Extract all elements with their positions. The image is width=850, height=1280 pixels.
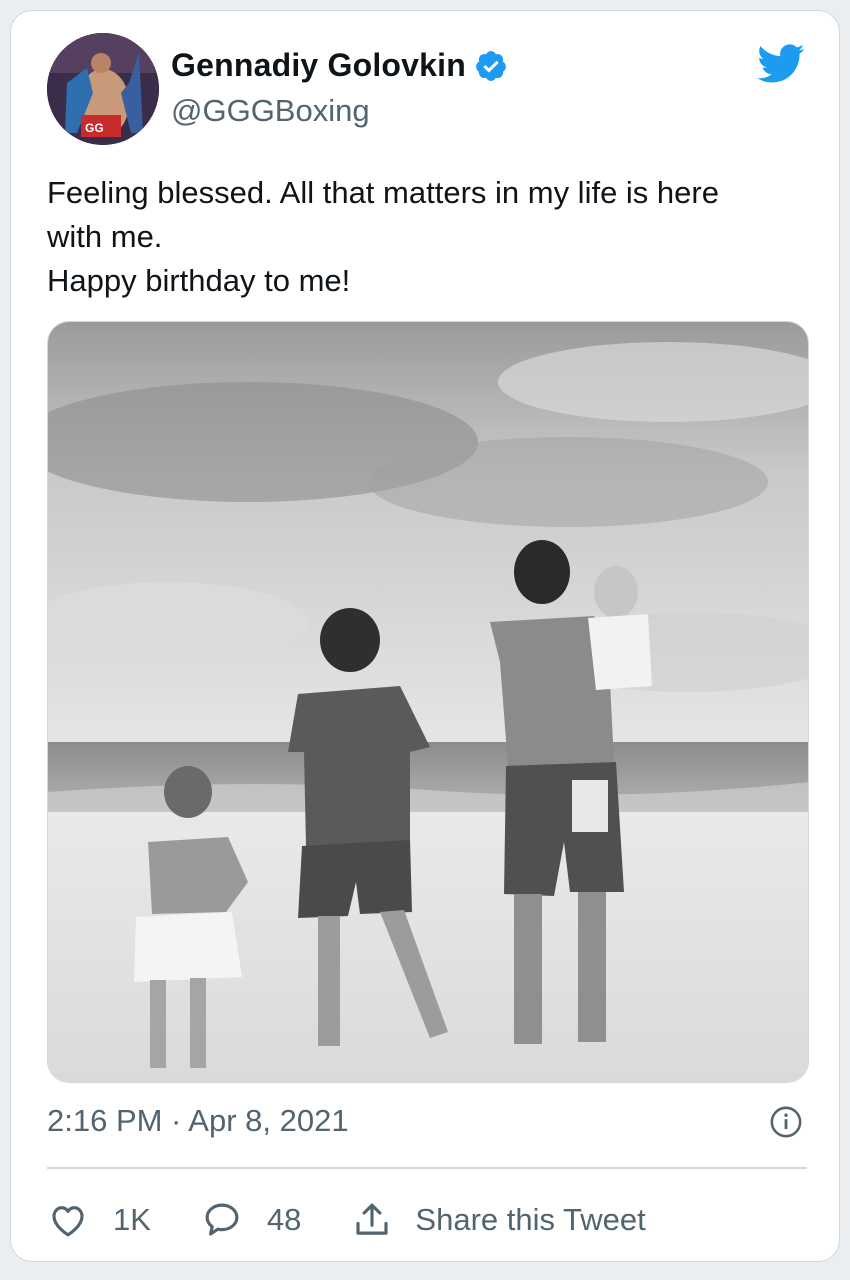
reply-bubble-icon — [205, 1203, 239, 1236]
avatar[interactable]: GG — [47, 33, 159, 145]
share-icon — [356, 1203, 388, 1235]
info-icon[interactable] — [769, 1105, 803, 1139]
share-label: Share this Tweet — [415, 1202, 646, 1237]
reply-button[interactable]: 48 — [201, 1199, 301, 1241]
handle[interactable]: @GGGBoxing — [171, 93, 370, 129]
reply-count: 48 — [266, 1202, 302, 1237]
timestamp[interactable]: 2:16 PM · Apr 8, 2021 — [47, 1103, 349, 1139]
tweet-card: GG Gennadiy Golovkin @GGGBoxing Feeling … — [10, 10, 840, 1262]
divider — [47, 1167, 807, 1169]
tweet-photo[interactable] — [47, 321, 809, 1083]
display-name[interactable]: Gennadiy Golovkin — [171, 47, 466, 84]
author-row: Gennadiy Golovkin — [171, 47, 508, 84]
tweet-text-line: with me. — [47, 219, 163, 254]
share-button[interactable]: Share this Tweet — [351, 1199, 646, 1241]
action-bar: 1K 48 Share this Tweet — [47, 1197, 696, 1243]
avatar-image: GG — [47, 33, 159, 145]
heart-icon — [52, 1206, 84, 1237]
twitter-bird-icon[interactable] — [753, 39, 809, 87]
like-button[interactable]: 1K — [47, 1199, 151, 1241]
verified-badge-icon — [474, 49, 508, 83]
tweet-text: Feeling blessed. All that matters in my … — [47, 171, 817, 303]
tweet-text-line: Happy birthday to me! — [47, 263, 351, 298]
beach-photo-image — [48, 322, 808, 1082]
avatar-badge: GG — [85, 121, 104, 135]
like-count: 1K — [113, 1202, 151, 1237]
tweet-text-line: Feeling blessed. All that matters in my … — [47, 175, 719, 210]
